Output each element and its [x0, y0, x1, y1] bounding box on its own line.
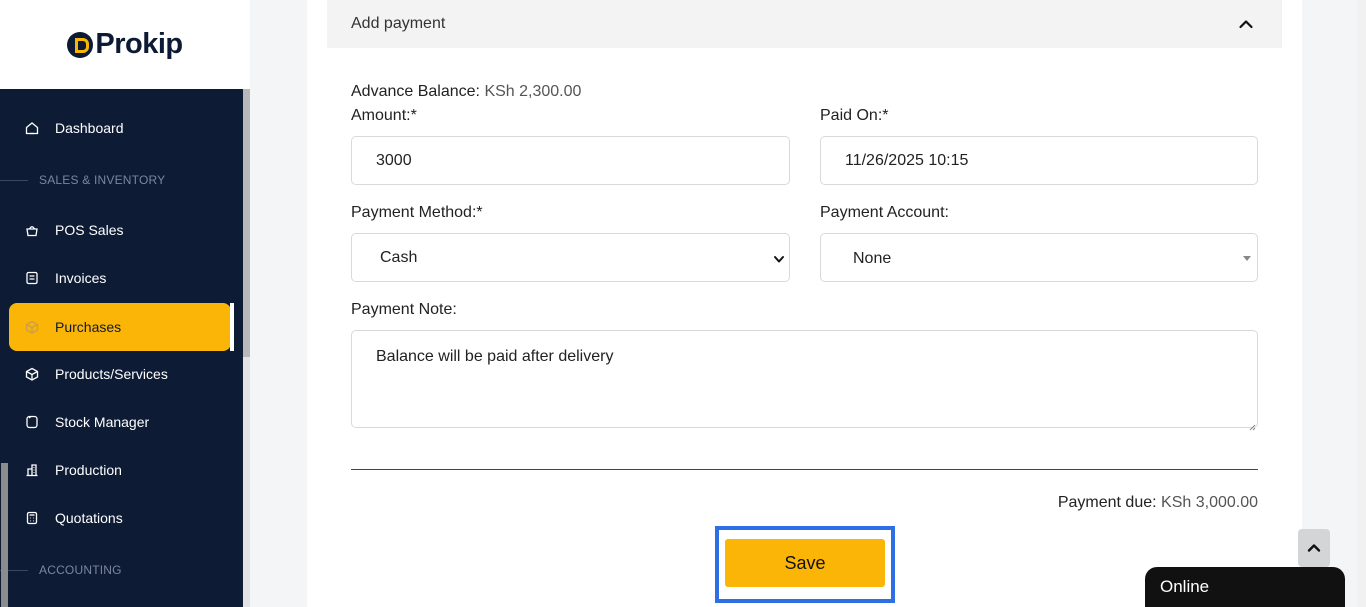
sidebar-item-label: Stock Manager: [55, 414, 150, 430]
chat-widget[interactable]: Online: [1145, 567, 1345, 607]
sidebar-item-label: Production: [55, 462, 122, 478]
nav-section-sales-inventory: SALES & INVENTORY: [0, 172, 243, 188]
caret-down-icon: [1243, 256, 1251, 261]
sidebar-scrollbar-thumb[interactable]: [243, 89, 250, 357]
sidebar-item-quotations[interactable]: Quotations: [9, 494, 231, 542]
section-label: SALES & INVENTORY: [39, 173, 166, 187]
active-indicator: [230, 303, 234, 351]
chevron-down-icon: [773, 252, 785, 264]
factory-icon: [25, 463, 39, 477]
cube-icon: [25, 367, 39, 381]
sidebar-item-dashboard[interactable]: Dashboard: [9, 104, 231, 152]
sidebar-scrollbar[interactable]: [243, 89, 250, 607]
sidebar-item-production[interactable]: Production: [9, 446, 231, 494]
advance-balance-label: Advance Balance:: [351, 83, 480, 100]
payment-due-label: Payment due:: [1057, 494, 1157, 511]
home-icon: [25, 121, 39, 135]
panel-title: Add payment: [351, 15, 446, 32]
calculator-icon: [25, 511, 39, 525]
logo-text: Prokip: [95, 28, 183, 60]
section-divider: [0, 179, 28, 181]
chat-status: Online: [1160, 577, 1210, 596]
section-label: ACCOUNTING: [39, 563, 122, 577]
stock-icon: [25, 415, 39, 429]
sidebar-item-label: POS Sales: [55, 222, 124, 238]
add-payment-header[interactable]: Add payment: [327, 0, 1282, 48]
sidebar-item-stock-manager[interactable]: Stock Manager: [9, 398, 231, 446]
payment-due-value: KSh 3,000.00: [1161, 494, 1258, 511]
basket-icon: [25, 223, 39, 237]
paid-on-value: 11/26/2025 10:15: [845, 151, 969, 169]
resize-grip-icon[interactable]: [1248, 418, 1256, 431]
page-scrollbar[interactable]: [1357, 0, 1366, 607]
save-button[interactable]: Save: [725, 539, 885, 587]
payment-account-value: None: [853, 250, 892, 267]
page-scrollbar-thumb[interactable]: [1, 463, 8, 607]
paid-on-input[interactable]: 11/26/2025 10:15: [820, 136, 1258, 185]
sidebar-item-products-services[interactable]: Products/Services: [9, 350, 231, 398]
payment-note-label: Payment Note:: [351, 301, 457, 318]
advance-balance: Advance Balance: KSh 2,300.00: [351, 83, 581, 101]
sidebar-item-label: Dashboard: [55, 120, 124, 136]
amount-input[interactable]: 3000: [351, 136, 790, 185]
sidebar-item-label: Products/Services: [55, 366, 168, 382]
form-divider: [351, 469, 1258, 470]
sidebar-item-invoices[interactable]: Invoices: [9, 254, 231, 302]
logo-area: Prokip: [0, 0, 250, 89]
chevron-up-icon: [1307, 544, 1321, 552]
payment-note-value: Balance will be paid after delivery: [376, 348, 614, 365]
prokip-logo[interactable]: Prokip: [67, 28, 183, 61]
sidebar-item-label: Quotations: [55, 510, 123, 526]
payment-method-select[interactable]: Cash: [351, 233, 790, 282]
sidebar-item-label: Purchases: [55, 319, 122, 335]
box-icon: [25, 320, 39, 334]
payment-method-label: Payment Method:*: [351, 204, 483, 221]
scroll-to-top-button[interactable]: [1298, 529, 1330, 567]
sidebar: Prokip Dashboard SALES & INVENTORY POS S…: [0, 0, 250, 607]
paid-on-label: Paid On:*: [820, 107, 889, 124]
payment-note-textarea[interactable]: Balance will be paid after delivery: [351, 330, 1258, 431]
nav-section-accounting: ACCOUNTING: [0, 562, 243, 578]
amount-value: 3000: [376, 151, 412, 169]
sidebar-item-pos-sales[interactable]: POS Sales: [9, 206, 231, 254]
sidebar-item-purchases[interactable]: Purchases: [9, 303, 231, 351]
invoice-icon: [25, 271, 39, 285]
chevron-up-icon[interactable]: [1238, 16, 1254, 32]
payment-account-label: Payment Account:: [820, 204, 949, 221]
prokip-logo-mark-icon: [67, 31, 94, 58]
advance-balance-value: KSh 2,300.00: [484, 83, 582, 100]
payment-method-value: Cash: [380, 248, 418, 266]
amount-label: Amount:*: [351, 107, 417, 124]
save-button-focus-ring: Save: [715, 526, 895, 603]
payment-account-select[interactable]: None: [820, 233, 1258, 282]
payment-due: Payment due: KSh 3,000.00: [1058, 494, 1258, 512]
sidebar-item-label: Invoices: [55, 270, 107, 286]
